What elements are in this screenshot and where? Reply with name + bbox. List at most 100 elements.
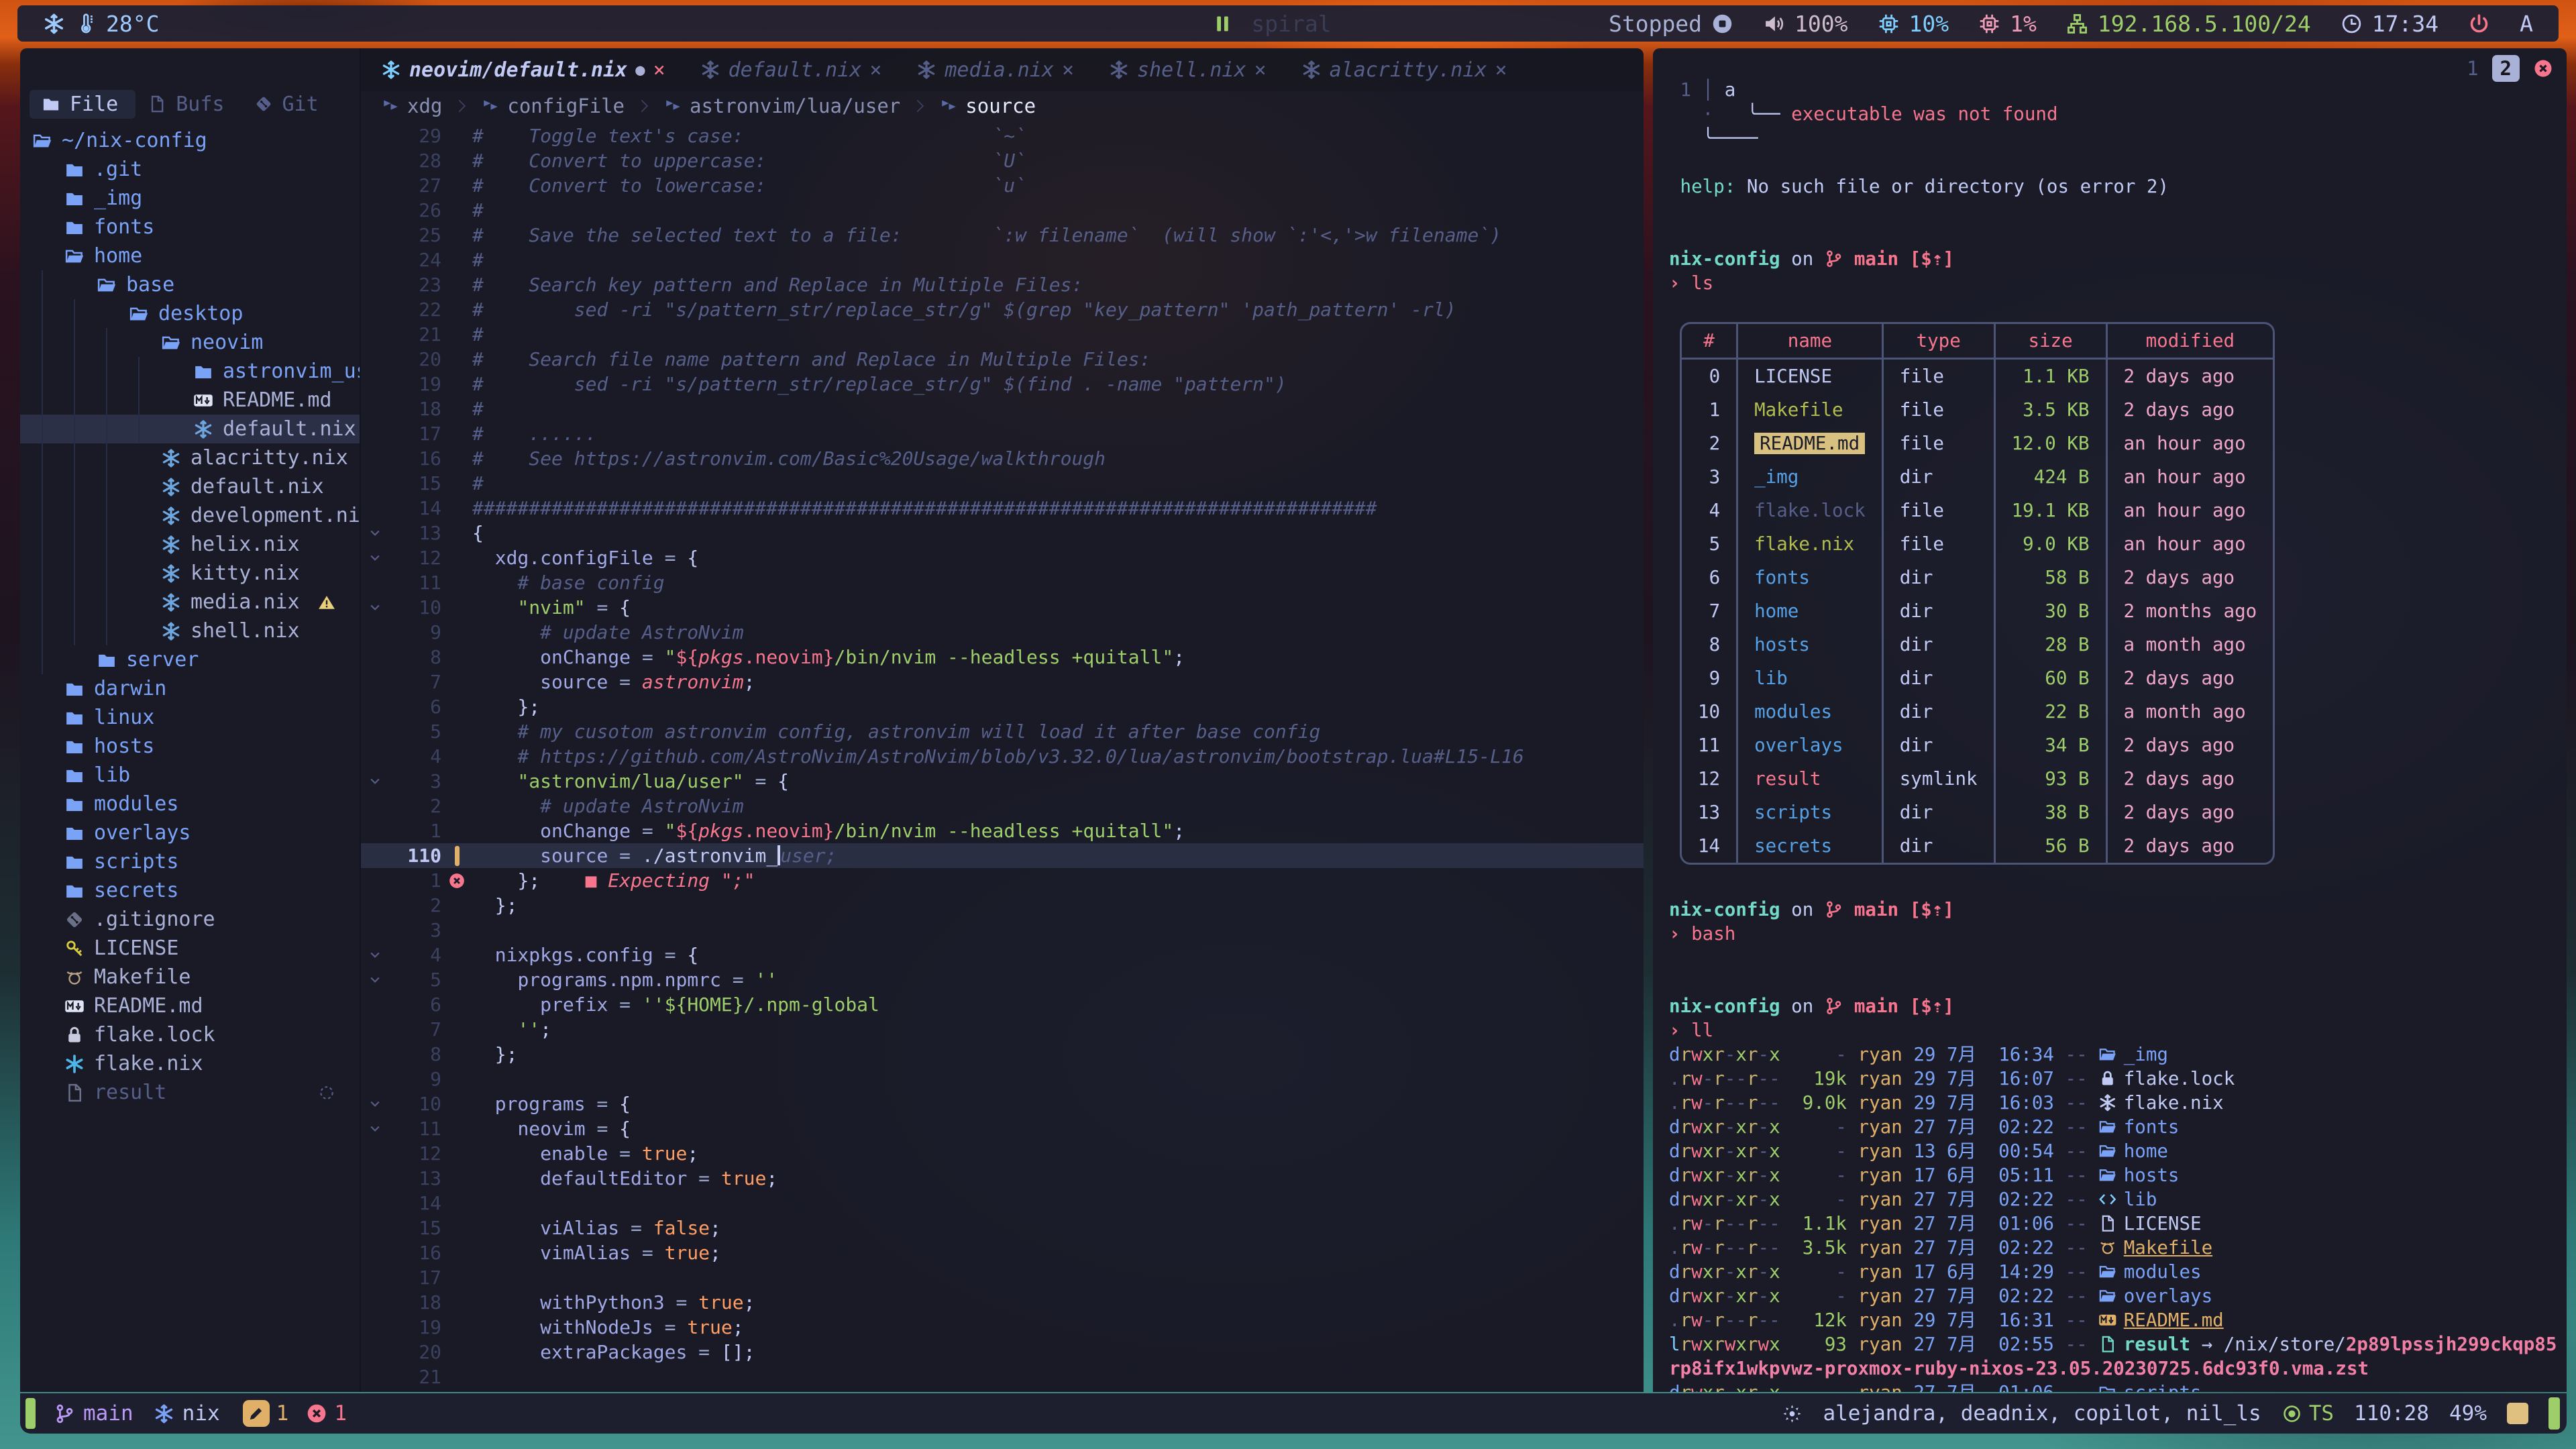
tree-item-secrets[interactable]: secrets <box>20 876 360 905</box>
code-line[interactable]: 9 <box>361 1067 1644 1091</box>
editor-tab[interactable]: media.nix× <box>916 58 1074 82</box>
fold-chevron-icon[interactable] <box>361 547 389 569</box>
playback-status[interactable]: Stopped <box>1609 11 1733 37</box>
code-line[interactable]: 21# <box>361 322 1644 347</box>
fold-chevron-icon[interactable] <box>361 1118 389 1140</box>
code-line[interactable]: 21 <box>361 1364 1644 1389</box>
code-line[interactable]: 8 onChange = "${pkgs.neovim}/bin/nvim --… <box>361 645 1644 669</box>
code-line[interactable]: 14 <box>361 1191 1644 1216</box>
code-line[interactable]: 11 neovim = { <box>361 1116 1644 1141</box>
tree-item-media.nix[interactable]: media.nix <box>20 588 360 616</box>
media-widget[interactable]: spiral <box>1212 11 1331 37</box>
modified-count-widget[interactable]: 1 <box>243 1400 289 1427</box>
tree-item-base[interactable]: base <box>20 270 360 299</box>
tree-item-server[interactable]: server <box>20 645 360 674</box>
tab-close-icon[interactable]: × <box>1062 58 1074 82</box>
code-line[interactable]: 6 }; <box>361 694 1644 719</box>
code-line[interactable]: 20 extraPackages = []; <box>361 1340 1644 1364</box>
file-tree-tab-bufs[interactable]: Bufs <box>136 90 241 119</box>
code-line[interactable]: 29# Toggle text's case: `~` <box>361 123 1644 148</box>
code-line[interactable]: 2 }; <box>361 893 1644 918</box>
error-count-widget[interactable]: 1 <box>306 1401 347 1426</box>
tree-item-fonts[interactable]: fonts <box>20 213 360 241</box>
tree-item-flake.nix[interactable]: flake.nix <box>20 1049 360 1078</box>
fold-chevron-icon[interactable] <box>361 596 389 619</box>
code-line[interactable]: 15# <box>361 471 1644 496</box>
stop-icon[interactable] <box>1711 13 1733 35</box>
code-line[interactable]: 9 # update AstroNvim <box>361 620 1644 645</box>
speaker-icon[interactable] <box>1763 13 1785 35</box>
fold-chevron-icon[interactable] <box>361 969 389 991</box>
code-line[interactable]: 20# Search file name pattern and Replace… <box>361 347 1644 372</box>
code-line[interactable]: 2 # update AstroNvim <box>361 794 1644 818</box>
tab-close-icon[interactable]: × <box>653 58 665 82</box>
tree-item-hosts[interactable]: hosts <box>20 732 360 761</box>
file-tree-tab-git[interactable]: Git <box>242 90 336 119</box>
tab-close-icon[interactable]: × <box>1495 58 1507 82</box>
tree-item-lib[interactable]: lib <box>20 761 360 790</box>
code-line[interactable]: 4 # https://github.com/AstroNvim/AstroNv… <box>361 744 1644 769</box>
pause-icon[interactable] <box>1212 13 1234 35</box>
terminal-close-icon[interactable] <box>2533 58 2553 78</box>
tree-item-home[interactable]: home <box>20 241 360 270</box>
code-line[interactable]: 7 ''; <box>361 1017 1644 1042</box>
code-line[interactable]: 15 viAlias = false; <box>361 1216 1644 1240</box>
code-line[interactable]: 12 enable = true; <box>361 1141 1644 1166</box>
code-line[interactable]: 6 prefix = ''${HOME}/.npm-global <box>361 992 1644 1017</box>
scroll-indicator[interactable] <box>2507 1403 2528 1424</box>
power-icon[interactable] <box>2468 13 2490 35</box>
code-line[interactable]: 3 "astronvim/lua/user" = { <box>361 769 1644 794</box>
code-line[interactable]: 13{ <box>361 521 1644 545</box>
breadcrumb-segment[interactable]: xdg <box>381 95 442 117</box>
code-line[interactable]: 24# <box>361 248 1644 272</box>
tree-item-scripts[interactable]: scripts <box>20 847 360 876</box>
code-line[interactable]: 4 nixpkgs.config = { <box>361 943 1644 967</box>
terminal-tab-2[interactable]: 2 <box>2492 55 2520 82</box>
code-line[interactable]: 12 xdg.configFile = { <box>361 545 1644 570</box>
code-line[interactable]: 8 }; <box>361 1042 1644 1067</box>
code-line[interactable]: 11 # base config <box>361 570 1644 595</box>
fold-chevron-icon[interactable] <box>361 770 389 792</box>
code-line[interactable]: 110 source = ./astronvim_user; <box>361 843 1644 868</box>
tree-item-shell.nix[interactable]: shell.nix <box>20 616 360 645</box>
code-line[interactable]: 19 withNodeJs = true; <box>361 1315 1644 1340</box>
tree-item-linux[interactable]: linux <box>20 703 360 732</box>
code-line[interactable]: 27# Convert to lowercase: `u` <box>361 173 1644 198</box>
code-line[interactable]: 10 programs = { <box>361 1091 1644 1116</box>
network-widget[interactable]: 192.168.5.100/24 <box>2066 11 2311 37</box>
code-line[interactable]: 5 programs.npm.npmrc = '' <box>361 967 1644 992</box>
tree-item-.git[interactable]: .git <box>20 155 360 184</box>
tree-item-neovim[interactable]: neovim <box>20 328 360 357</box>
code-line[interactable]: 17 <box>361 1265 1644 1290</box>
code-line[interactable]: 10 "nvim" = { <box>361 595 1644 620</box>
code-editor[interactable]: 29# Toggle text's case: `~`28# Convert t… <box>361 121 1644 1392</box>
tree-item-nix-config[interactable]: ~/nix-config <box>20 126 360 155</box>
tree-item-README.md[interactable]: README.md <box>20 991 360 1020</box>
file-tree-tab-file[interactable]: File <box>30 90 136 119</box>
git-branch-widget[interactable]: main <box>54 1401 133 1426</box>
editor-tab[interactable]: alacritty.nix× <box>1301 58 1507 82</box>
code-line[interactable]: 22 # currently we use lazy.nvim as neovi… <box>361 1389 1644 1392</box>
editor-tab[interactable]: neovim/default.nix●× <box>381 58 665 82</box>
terminal-output[interactable]: 1 │ a · ╰── executable was not found ╰──… <box>1653 48 2567 1392</box>
tree-item-README.md[interactable]: README.md <box>20 386 360 415</box>
code-line[interactable]: 1 }; ■ Expecting ";" <box>361 868 1644 893</box>
tree-item-.gitignore[interactable]: .gitignore <box>20 905 360 934</box>
code-line[interactable]: 25# Save the selected text to a file: `:… <box>361 223 1644 248</box>
tree-item-darwin[interactable]: darwin <box>20 674 360 703</box>
tree-item-default.nix[interactable]: default.nix <box>20 415 360 443</box>
tree-item-development.nix[interactable]: development.nix <box>20 501 360 530</box>
tree-item-kitty.nix[interactable]: kitty.nix <box>20 559 360 588</box>
editor-tab[interactable]: default.nix× <box>700 58 882 82</box>
code-line[interactable]: 13 defaultEditor = true; <box>361 1166 1644 1191</box>
tree-item-result[interactable]: result <box>20 1078 360 1107</box>
code-line[interactable]: 23# Search key pattern and Replace in Mu… <box>361 272 1644 297</box>
code-line[interactable]: 28# Convert to uppercase: `U` <box>361 148 1644 173</box>
tree-item-Makefile[interactable]: Makefile <box>20 963 360 991</box>
code-line[interactable]: 1 onChange = "${pkgs.neovim}/bin/nvim --… <box>361 818 1644 843</box>
code-line[interactable]: 7 source = astronvim; <box>361 669 1644 694</box>
code-line[interactable]: 19# sed -ri "s/pattern_str/replace_str/g… <box>361 372 1644 396</box>
tree-item-astronvim_user[interactable]: astronvim_user <box>20 357 360 386</box>
code-line[interactable]: 16 vimAlias = true; <box>361 1240 1644 1265</box>
tree-item-LICENSE[interactable]: LICENSE <box>20 934 360 963</box>
